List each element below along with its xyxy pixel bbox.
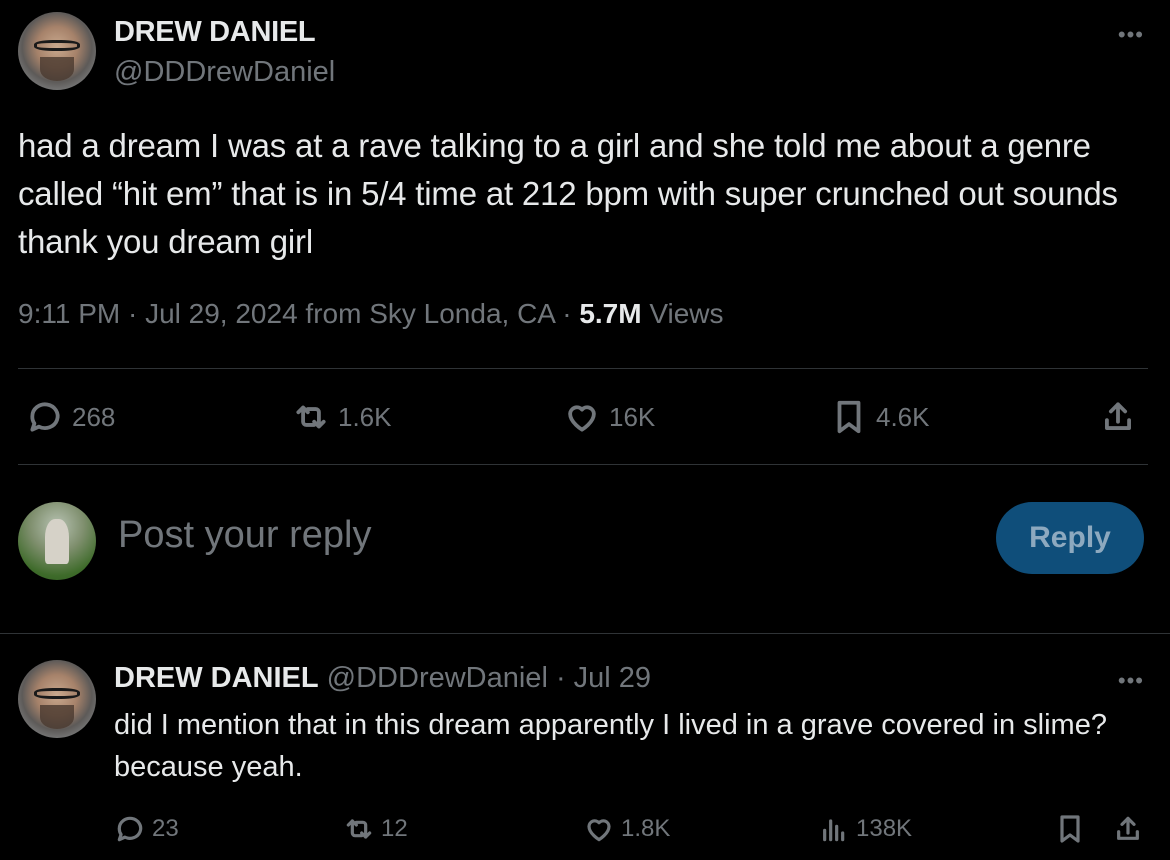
reply-reply-count: 23 — [152, 815, 179, 842]
like-action[interactable]: 16K — [563, 398, 655, 436]
avatar-statue — [44, 519, 70, 565]
views-icon — [823, 819, 845, 842]
more-icon[interactable]: ••• — [1118, 668, 1144, 694]
views-label: Views — [641, 298, 724, 329]
reply-views-count: 138K — [856, 815, 913, 842]
author-handle[interactable]: @DDDrewDaniel — [114, 56, 335, 89]
bookmark-icon — [1060, 815, 1080, 843]
reply-author-handle[interactable]: @DDDrewDaniel — [327, 662, 548, 694]
repost-count: 1.6K — [338, 401, 392, 432]
reply-input[interactable]: Post your reply — [118, 514, 371, 557]
reply-icon — [117, 816, 143, 842]
reply-count: 268 — [72, 401, 116, 432]
bookmark-action[interactable]: 4.6K — [830, 398, 930, 436]
heart-icon — [568, 405, 596, 432]
share-icon — [1117, 816, 1139, 840]
reply-separator: · — [547, 662, 574, 694]
bookmark-count: 4.6K — [876, 401, 930, 432]
reply-icon — [30, 402, 60, 432]
author-avatar[interactable] — [18, 12, 96, 90]
reply-action[interactable]: 268 — [26, 398, 115, 436]
reply-author-avatar[interactable] — [18, 660, 96, 738]
reply-views-action[interactable]: 138K — [818, 813, 912, 845]
reply-share-action[interactable] — [1112, 813, 1144, 845]
share-icon — [1105, 402, 1131, 430]
reply-repost-action[interactable]: 12 — [343, 813, 408, 845]
avatar-glasses — [33, 40, 81, 51]
divider — [18, 464, 1148, 465]
post-timestamp[interactable]: 9:11 PM · Jul 29, 2024 from Sky Londa, C… — [18, 298, 579, 329]
like-count: 16K — [609, 401, 656, 432]
bookmark-icon — [837, 400, 861, 434]
avatar-glasses — [33, 688, 81, 699]
heart-icon — [587, 819, 611, 842]
more-icon[interactable]: ••• — [1118, 22, 1144, 48]
post-text: had a dream I was at a rave talking to a… — [18, 127, 1118, 260]
reply-like-action[interactable]: 1.8K — [583, 813, 670, 845]
views-count[interactable]: 5.7M — [579, 298, 641, 329]
avatar-beard — [39, 57, 75, 81]
reply-button[interactable]: Reply — [996, 502, 1144, 574]
author-name[interactable]: DREW DANIEL — [114, 16, 316, 49]
reply-bookmark-action[interactable] — [1054, 813, 1086, 845]
reply-repost-count: 12 — [381, 815, 408, 842]
reply-like-count: 1.8K — [621, 815, 671, 842]
reply-header: DREW DANIEL @DDDrewDaniel · Jul 29 — [114, 662, 651, 695]
reply-date[interactable]: Jul 29 — [574, 662, 651, 694]
reply-reply-action[interactable]: 23 — [114, 813, 179, 845]
repost-icon — [296, 405, 326, 429]
reply-author-name[interactable]: DREW DANIEL — [114, 662, 319, 694]
user-avatar[interactable] — [18, 502, 96, 580]
reply-text: did I mention that in this dream apparen… — [114, 709, 1107, 783]
share-action[interactable] — [1099, 398, 1137, 436]
avatar-beard — [39, 705, 75, 729]
divider — [0, 633, 1170, 634]
post-meta: 9:11 PM · Jul 29, 2024 from Sky Londa, C… — [18, 298, 724, 330]
repost-icon — [346, 819, 372, 839]
divider — [18, 368, 1148, 369]
repost-action[interactable]: 1.6K — [292, 398, 392, 436]
